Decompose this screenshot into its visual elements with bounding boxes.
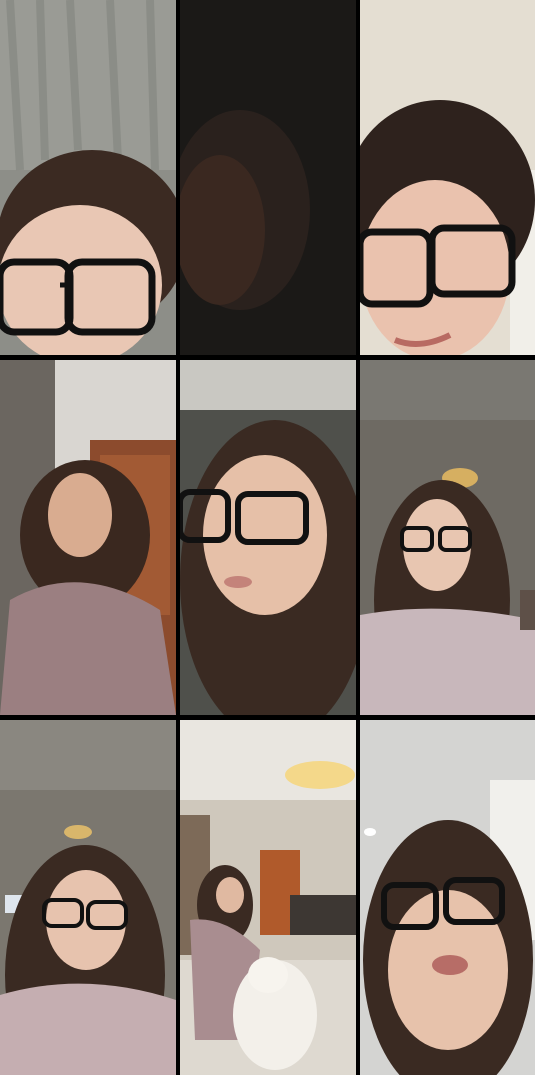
participant-video-tile[interactable] (360, 0, 535, 355)
participant-video-tile[interactable] (180, 360, 356, 715)
participant-video-frame (360, 360, 535, 715)
participant-video-tile[interactable] (0, 360, 176, 715)
participant-video-tile[interactable] (0, 0, 176, 355)
participant-video-tile[interactable] (0, 720, 176, 1075)
participant-video-frame (180, 360, 356, 715)
participant-video-frame (0, 0, 176, 355)
participant-video-frame (0, 360, 176, 715)
participant-video-frame (360, 720, 535, 1075)
participant-video-frame (180, 720, 356, 1075)
participant-video-tile[interactable] (360, 360, 535, 715)
participant-video-tile[interactable] (360, 720, 535, 1075)
video-call-grid (0, 0, 535, 1075)
participant-video-tile[interactable] (180, 720, 356, 1075)
participant-video-frame (0, 720, 176, 1075)
participant-video-frame (360, 0, 535, 355)
participant-video-tile[interactable] (180, 0, 356, 355)
participant-video-frame (180, 0, 356, 355)
